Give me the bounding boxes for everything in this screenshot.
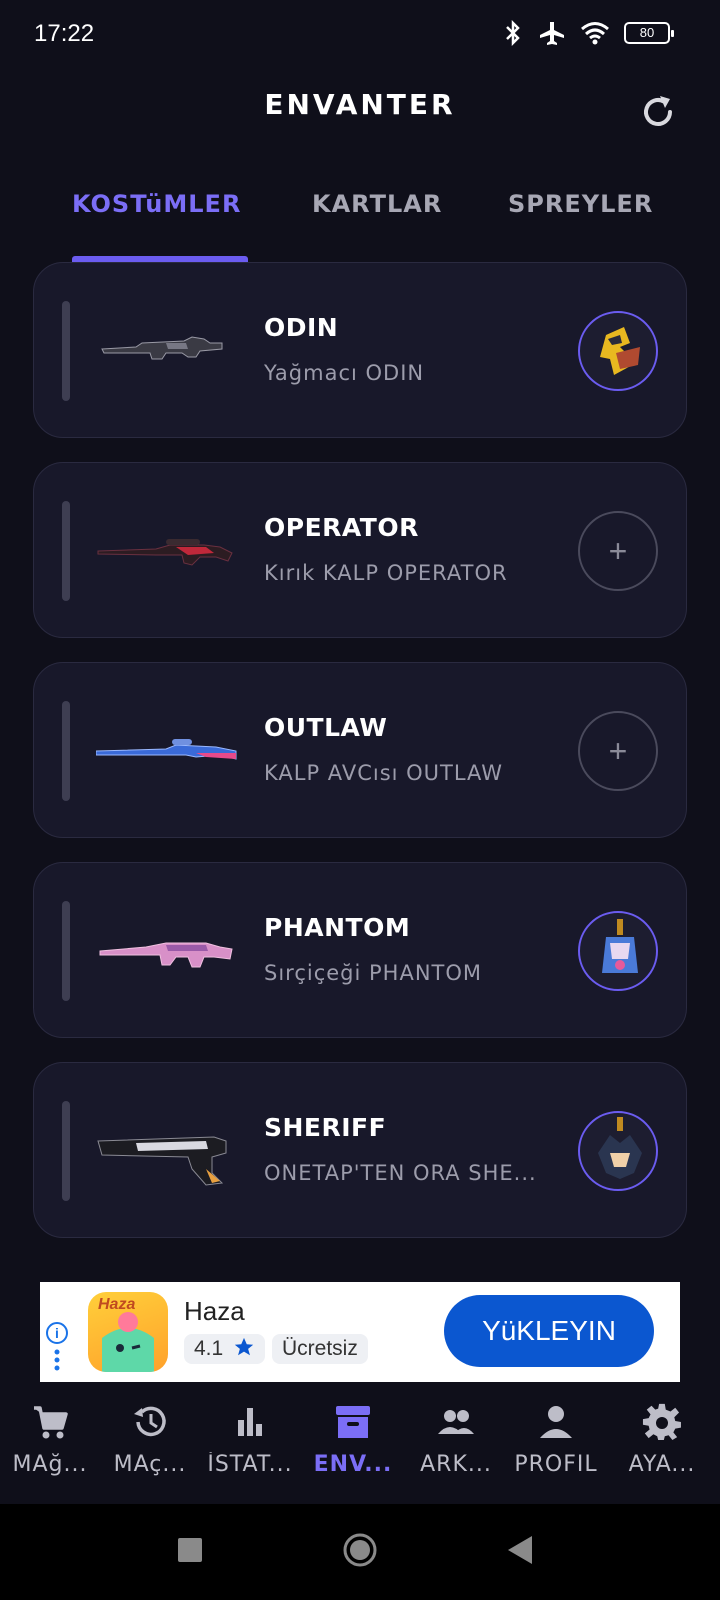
operator-weapon-image	[97, 539, 233, 566]
skin-name: Sırçiçeği PHANTOM	[264, 961, 483, 985]
nav-friends[interactable]: ARK...	[406, 1392, 506, 1504]
weapon-name: OPERATOR	[264, 513, 419, 542]
status-icons: 80	[502, 20, 674, 46]
system-nav-bar	[0, 1504, 720, 1600]
list-item-operator[interactable]: OPERATOR Kırık KALP OPERATOR +	[33, 462, 687, 638]
gun-buddy-slot[interactable]	[578, 311, 658, 391]
friends-icon	[438, 1410, 474, 1434]
battery-icon: 80	[624, 22, 674, 44]
app-name: Haza	[184, 1296, 245, 1326]
app-icon[interactable]: Haza	[88, 1292, 168, 1372]
nav-label: İSTAT...	[207, 1452, 293, 1477]
list-item-sheriff[interactable]: SHERIFF ONETAP'TEN ORA SHE...	[33, 1062, 687, 1238]
add-buddy-button[interactable]: +	[578, 511, 658, 591]
tab-costumes[interactable]: KOSTüMLER	[72, 190, 241, 218]
drag-handle[interactable]	[62, 1101, 70, 1201]
status-time: 17:22	[34, 20, 95, 47]
star-icon	[234, 1337, 254, 1356]
back-icon[interactable]	[508, 1536, 532, 1564]
skin-name: KALP AVCısı OUTLAW	[264, 761, 504, 785]
list-item-outlaw[interactable]: OUTLAW KALP AVCısı OUTLAW +	[33, 662, 687, 838]
more-dots-icon[interactable]	[54, 1348, 60, 1372]
skin-name: Yağmacı ODIN	[264, 361, 425, 385]
drag-handle[interactable]	[62, 701, 70, 801]
tab-sprays[interactable]: SPREYLER	[508, 190, 653, 218]
weapon-name: OUTLAW	[264, 713, 388, 742]
home-icon[interactable]	[342, 1532, 378, 1568]
nav-stats[interactable]: İSTAT...	[200, 1392, 300, 1504]
skin-name: Kırık KALP OPERATOR	[264, 561, 508, 585]
nav-store[interactable]: MAğ...	[0, 1392, 100, 1504]
recents-icon[interactable]	[178, 1538, 202, 1562]
buddy-image	[598, 1117, 642, 1179]
add-buddy-button[interactable]: +	[578, 711, 658, 791]
drag-handle[interactable]	[62, 901, 70, 1001]
weapon-name: SHERIFF	[264, 1113, 387, 1142]
inventory-icon	[336, 1406, 370, 1438]
tab-cards[interactable]: KARTLAR	[312, 190, 442, 218]
nav-label: MAğ...	[12, 1452, 88, 1477]
wifi-icon	[581, 22, 609, 45]
nav-label: PROFIL	[514, 1452, 598, 1477]
nav-label: AYA...	[628, 1452, 696, 1477]
status-bar: 17:22 80	[0, 0, 720, 72]
sheriff-weapon-image	[97, 1136, 227, 1186]
weapon-name: ODIN	[264, 313, 339, 342]
skin-name: ONETAP'TEN ORA SHE...	[264, 1161, 537, 1185]
bottom-nav: MAğ... MAç... İSTAT... ENV... ARK... PRO…	[0, 1392, 720, 1504]
plus-icon: +	[608, 532, 628, 569]
app-logo-text: Haza	[98, 1296, 136, 1313]
nav-label: ARK...	[420, 1452, 492, 1477]
phantom-weapon-image	[99, 942, 233, 968]
weapon-name: PHANTOM	[264, 913, 411, 942]
airplane-icon	[540, 22, 564, 45]
bluetooth-icon	[506, 20, 520, 46]
page-title: ENVANTER	[264, 88, 456, 121]
list-item-phantom[interactable]: PHANTOM Sırçiçeği PHANTOM	[33, 862, 687, 1038]
rating-value: 4.1	[194, 1337, 224, 1360]
refresh-icon[interactable]	[638, 92, 678, 132]
tab-bar: KOSTüMLER KARTLAR SPREYLER	[0, 190, 720, 262]
nav-label: ENV...	[313, 1452, 393, 1477]
nav-inventory[interactable]: ENV...	[303, 1392, 403, 1504]
info-icon[interactable]: i	[46, 1322, 68, 1344]
plus-icon: +	[608, 732, 628, 769]
cart-icon	[34, 1406, 68, 1439]
profile-icon	[540, 1406, 572, 1438]
ad-banner[interactable]: i Haza Haza 4.1 Ücretsiz YüKLEYIN	[40, 1282, 680, 1382]
gun-buddy-slot[interactable]	[578, 1111, 658, 1191]
app-rating: 4.1	[184, 1334, 266, 1364]
history-icon	[134, 1406, 166, 1437]
nav-profile[interactable]: PROFIL	[506, 1392, 606, 1504]
app-price: Ücretsiz	[272, 1334, 368, 1364]
stats-icon	[238, 1408, 262, 1436]
outlaw-weapon-image	[96, 739, 237, 760]
list-item-odin[interactable]: ODIN Yağmacı ODIN	[33, 262, 687, 438]
gun-buddy-slot[interactable]	[578, 911, 658, 991]
buddy-image	[602, 919, 638, 973]
nav-matches[interactable]: MAç...	[100, 1392, 200, 1504]
nav-label: MAç...	[113, 1452, 187, 1477]
drag-handle[interactable]	[62, 501, 70, 601]
install-button[interactable]: YüKLEYIN	[444, 1295, 654, 1367]
nav-settings[interactable]: AYA...	[612, 1392, 712, 1504]
settings-icon	[642, 1403, 681, 1440]
buddy-image	[600, 327, 640, 375]
odin-weapon-image	[101, 336, 223, 360]
drag-handle[interactable]	[62, 301, 70, 401]
